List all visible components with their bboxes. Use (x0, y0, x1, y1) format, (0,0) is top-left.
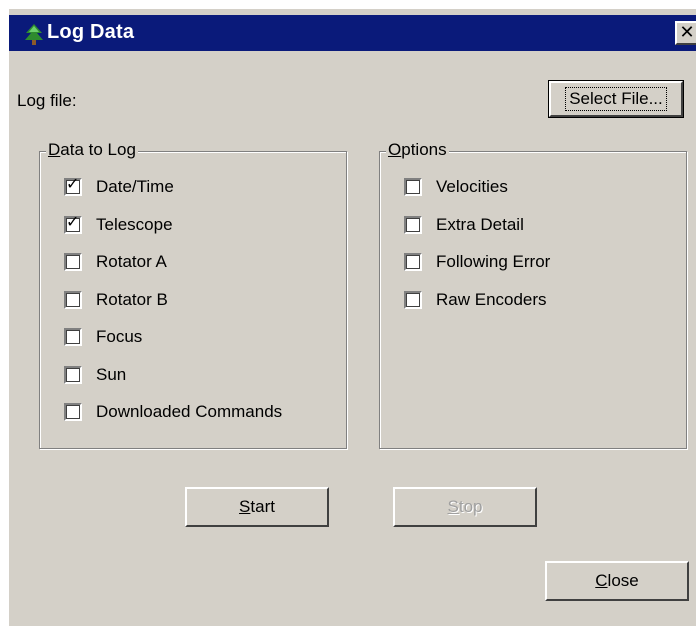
log-data-dialog: Log Data ✕ Log file: Select File... Data… (8, 8, 696, 626)
checkbox-row[interactable]: Velocities (404, 176, 508, 198)
checkbox[interactable] (64, 365, 82, 384)
checkbox-row[interactable]: Following Error (404, 251, 550, 273)
checkbox-label: Focus (96, 327, 143, 346)
options-legend-mnemonic: O (388, 140, 402, 159)
checkbox-row[interactable]: ✓ Date/Time (64, 176, 174, 198)
checkbox-row[interactable]: Downloaded Commands (64, 401, 282, 423)
data-to-log-legend-text: ata to Log (60, 140, 136, 159)
checkbox-label: Date/Time (96, 177, 174, 196)
close-icon: ✕ (679, 22, 695, 42)
checkbox[interactable] (64, 403, 82, 421)
checkbox[interactable] (404, 178, 422, 196)
data-to-log-legend: Data to Log (46, 140, 138, 160)
checkbox[interactable] (404, 290, 422, 309)
stop-label: top (458, 497, 483, 516)
checkbox-label: Velocities (436, 177, 508, 196)
data-to-log-group: Data to Log ✓ Date/Time ✓ Telescope Rotator … (39, 140, 347, 449)
check-icon: ✓ (66, 213, 80, 231)
checkbox-row[interactable]: Rotator A (64, 251, 167, 273)
select-file-label: Select File... (565, 87, 667, 111)
window-title: Log Data (47, 21, 135, 43)
check-icon: ✓ (66, 176, 80, 193)
checkbox[interactable]: ✓ (64, 176, 82, 196)
select-file-button[interactable]: Select File... (548, 80, 684, 118)
stop-button[interactable]: Stop (393, 487, 537, 527)
checkbox-row[interactable]: Extra Detail (404, 214, 524, 236)
stop-mnemonic: S (447, 497, 459, 516)
title-bar[interactable]: Log Data ✕ (9, 15, 696, 51)
checkbox[interactable] (404, 253, 422, 271)
close-button[interactable]: Close (545, 561, 689, 601)
checkbox-label: Downloaded Commands (96, 402, 283, 421)
checkbox[interactable] (64, 253, 82, 271)
checkbox-row[interactable]: Raw Encoders (404, 289, 547, 311)
close-label: lose (607, 571, 639, 590)
tree-icon (25, 24, 43, 45)
checkbox[interactable] (404, 215, 422, 234)
start-label: tart (250, 497, 275, 516)
start-mnemonic: S (239, 497, 251, 516)
checkbox-label: Following Error (436, 252, 551, 271)
checkbox[interactable] (64, 290, 82, 309)
checkbox-row[interactable]: Sun (64, 364, 126, 386)
close-mnemonic: C (595, 571, 608, 590)
checkbox-row[interactable]: Rotator B (64, 289, 168, 311)
checkbox-label: Rotator B (96, 289, 168, 309)
options-group: Options Velocities Extra Detail Following … (379, 140, 687, 449)
checkbox-row[interactable]: Focus (64, 326, 142, 348)
checkbox-label: Extra Detail (436, 214, 524, 234)
start-button[interactable]: Start (185, 487, 329, 527)
checkbox-label: Telescope (96, 214, 173, 234)
checkbox[interactable] (64, 328, 82, 346)
checkbox-label: Rotator A (96, 252, 167, 271)
checkbox[interactable]: ✓ (64, 213, 82, 234)
close-window-button[interactable]: ✕ (675, 21, 696, 45)
options-legend-text: ptions (401, 140, 447, 159)
checkbox-label: Sun (96, 364, 127, 384)
checkbox-label: Raw Encoders (436, 289, 547, 309)
data-to-log-legend-mnemonic: D (48, 140, 61, 159)
checkbox-row[interactable]: ✓ Telescope (64, 214, 173, 236)
log-file-label: Log file: (17, 91, 77, 110)
options-legend: Options (386, 140, 449, 160)
